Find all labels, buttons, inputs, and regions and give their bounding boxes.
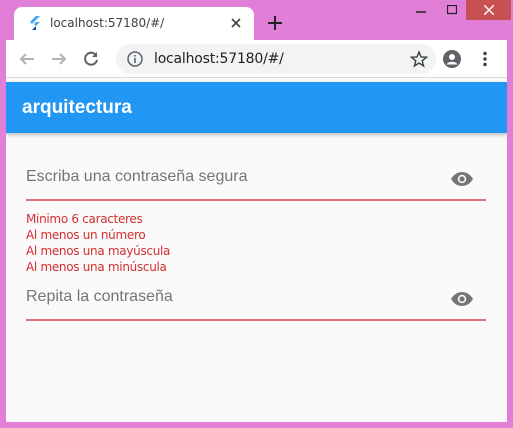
- app-bar: arquitectura: [6, 82, 507, 133]
- error-text: Minimo 6 caracteres: [26, 212, 143, 226]
- confirm-password-underline: [26, 319, 486, 321]
- back-arrow-icon[interactable]: [18, 50, 36, 68]
- confirm-password-label: Repita la contraseña: [26, 288, 173, 305]
- browser-toolbar: localhost:57180/#/: [6, 40, 507, 78]
- url-text[interactable]: localhost:57180/#/: [154, 51, 284, 67]
- close-window-button[interactable]: [466, 0, 511, 20]
- minimize-button[interactable]: [407, 0, 435, 20]
- browser-tab[interactable]: localhost:57180/#/: [14, 7, 254, 40]
- tab-title: localhost:57180/#/: [50, 16, 165, 30]
- more-menu-icon[interactable]: [476, 50, 494, 68]
- error-text: Al menos un número: [26, 228, 146, 242]
- error-text: Al menos una minúscula: [26, 260, 167, 274]
- eye-icon[interactable]: [450, 167, 474, 191]
- maximize-button[interactable]: [438, 0, 466, 20]
- confirm-password-field[interactable]: Repita la contraseña: [26, 278, 486, 328]
- bookmark-star-icon[interactable]: [410, 50, 428, 68]
- address-bar[interactable]: localhost:57180/#/: [116, 44, 436, 74]
- close-tab-icon[interactable]: [228, 15, 244, 31]
- close-icon: [483, 5, 494, 15]
- maximize-icon: [447, 5, 457, 15]
- forward-arrow-icon[interactable]: [50, 50, 68, 68]
- profile-avatar-icon[interactable]: [443, 50, 461, 68]
- password-error-list: Minimo 6 caracteres Al menos un número A…: [26, 211, 170, 275]
- eye-icon[interactable]: [450, 287, 474, 311]
- new-tab-icon[interactable]: [266, 14, 284, 32]
- info-icon[interactable]: [127, 51, 143, 67]
- password-underline: [26, 199, 486, 201]
- page-viewport: arquitectura Escriba una contraseña segu…: [6, 78, 507, 422]
- password-field[interactable]: Escriba una contraseña segura: [26, 158, 486, 208]
- reload-icon[interactable]: [82, 50, 100, 68]
- tab-strip: localhost:57180/#/: [0, 0, 513, 40]
- password-label: Escriba una contraseña segura: [26, 168, 248, 185]
- error-text: Al menos una mayúscula: [26, 244, 171, 258]
- flutter-icon: [30, 16, 40, 30]
- minimize-icon: [416, 11, 426, 13]
- app-title: arquitectura: [22, 97, 132, 118]
